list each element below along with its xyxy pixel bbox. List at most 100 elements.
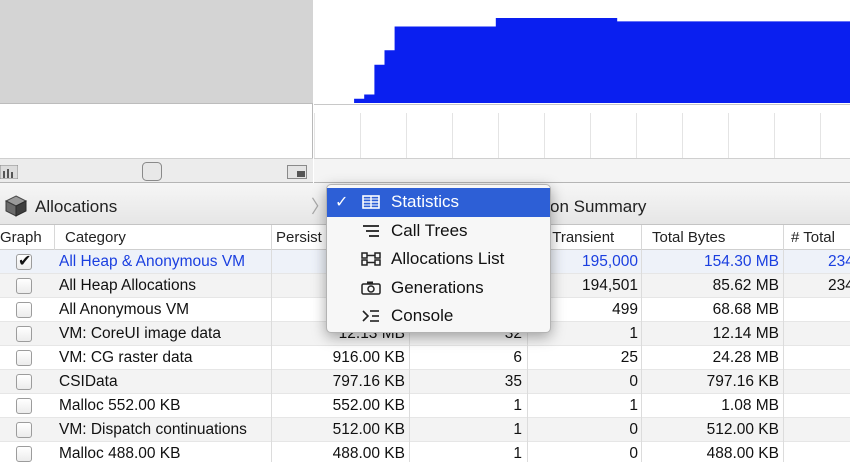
- zoom-slider-knob[interactable]: [142, 162, 162, 181]
- timeline-tick: [452, 113, 453, 159]
- persistent-bytes-cell: 512.00 KB: [332, 421, 405, 438]
- column-divider[interactable]: [54, 225, 55, 250]
- statistics-icon: [362, 195, 380, 209]
- menu-item-statistics[interactable]: ✓ Statistics: [327, 188, 550, 217]
- persistent-bytes-cell: 552.00 KB: [332, 397, 405, 414]
- detail-view-popup-menu: ✓ Statistics Call Trees Allocations List Gen…: [326, 184, 551, 333]
- total-bytes-cell: 12.14 MB: [712, 325, 779, 342]
- column-header-total[interactable]: # Total: [791, 229, 835, 246]
- category-cell: Malloc 488.00 KB: [59, 445, 181, 462]
- total-bytes-cell: 512.00 KB: [706, 421, 779, 438]
- persistent-bytes-cell: 488.00 KB: [332, 445, 405, 462]
- category-cell: VM: CoreUI image data: [59, 325, 221, 342]
- column-grid-line: [783, 250, 784, 462]
- column-grid-line: [271, 250, 272, 462]
- timeline-tick: [314, 113, 315, 159]
- category-cell: All Heap Allocations: [59, 277, 196, 294]
- track-area: [0, 0, 850, 183]
- menu-item-label: Console: [391, 306, 454, 325]
- graph-checkbox[interactable]: [16, 302, 32, 318]
- persistent-bytes-cell: 916.00 KB: [332, 349, 405, 366]
- transient-count-cell: 499: [612, 301, 638, 318]
- timeline-tick: [498, 113, 499, 159]
- console-icon: [362, 310, 379, 322]
- transient-count-cell: 0: [629, 421, 638, 438]
- timeline-tick: [406, 113, 407, 159]
- graph-footer-strip: [314, 158, 850, 183]
- category-cell: All Heap & Anonymous VM: [59, 253, 246, 270]
- column-header-graph[interactable]: Graph: [0, 229, 42, 246]
- column-grid-line: [641, 250, 642, 462]
- graph-checkbox[interactable]: [16, 398, 32, 414]
- table-row[interactable]: VM: CG raster data 916.00 KB 6 25 24.28 MB: [0, 346, 850, 370]
- track-footer-strip: [0, 158, 313, 183]
- category-cell: VM: CG raster data: [59, 349, 193, 366]
- total-bytes-cell: 68.68 MB: [712, 301, 779, 318]
- timeline-tick: [682, 113, 683, 159]
- persistent-count-cell: 1: [513, 445, 522, 462]
- allocation-graph-area: [344, 18, 850, 103]
- menu-item-console[interactable]: Console: [327, 302, 550, 331]
- allocation-graph[interactable]: [314, 0, 850, 104]
- column-header-transient[interactable]: # Transient: [540, 229, 614, 246]
- transient-count-cell: 194,501: [581, 277, 638, 294]
- transient-count-cell: 1: [629, 325, 638, 342]
- table-row[interactable]: Malloc 552.00 KB 552.00 KB 1 1 1.08 MB: [0, 394, 850, 418]
- column-header-total-bytes[interactable]: Total Bytes: [652, 229, 725, 246]
- total-bytes-cell: 797.16 KB: [706, 373, 779, 390]
- total-bytes-cell: 85.62 MB: [712, 277, 779, 294]
- transient-count-cell: 25: [620, 349, 638, 366]
- table-row[interactable]: VM: Dispatch continuations 512.00 KB 1 0 512…: [0, 418, 850, 442]
- table-row[interactable]: Malloc 488.00 KB 488.00 KB 1 0 488.00 KB: [0, 442, 850, 462]
- detail-view-title[interactable]: on Summary: [550, 197, 646, 217]
- category-cell: Malloc 552.00 KB: [59, 397, 181, 414]
- persistent-count-cell: 35: [504, 373, 522, 390]
- menu-item-label: Allocations List: [391, 249, 505, 268]
- graph-checkbox[interactable]: [16, 326, 32, 342]
- track-graph-pane[interactable]: [314, 0, 850, 183]
- column-header-persistent[interactable]: Persist: [276, 229, 322, 246]
- transient-count-cell: 0: [629, 445, 638, 462]
- transient-count-cell: 0: [629, 373, 638, 390]
- menu-item-allocations-list[interactable]: Allocations List: [327, 245, 550, 274]
- checkmark-icon: ✓: [335, 192, 349, 211]
- menu-item-label: Generations: [391, 277, 484, 297]
- graph-checkbox[interactable]: [16, 374, 32, 390]
- persistent-count-cell: 1: [513, 421, 522, 438]
- total-bytes-cell: 488.00 KB: [706, 445, 779, 462]
- graph-checkbox[interactable]: [16, 278, 32, 294]
- transient-count-cell: 1: [629, 397, 638, 414]
- graph-checkbox[interactable]: [16, 422, 32, 438]
- instrument-name[interactable]: Allocations: [35, 197, 117, 217]
- category-cell: VM: Dispatch continuations: [59, 421, 247, 438]
- timeline-tick: [636, 113, 637, 159]
- timeline-tick: [360, 113, 361, 159]
- menu-item-call-trees[interactable]: Call Trees: [327, 217, 550, 246]
- column-header-category[interactable]: Category: [65, 229, 126, 246]
- timeline-tick: [728, 113, 729, 159]
- column-divider[interactable]: [641, 225, 642, 250]
- persistent-count-cell: 1: [513, 397, 522, 414]
- menu-item-generations[interactable]: Generations: [327, 274, 550, 303]
- total-count-cell: 234: [828, 253, 850, 270]
- bar-graph-icon[interactable]: [0, 165, 18, 179]
- table-row[interactable]: CSIData 797.16 KB 35 0 797.16 KB: [0, 370, 850, 394]
- graph-checkbox[interactable]: [16, 350, 32, 366]
- column-divider[interactable]: [271, 225, 272, 250]
- graph-checkbox[interactable]: [16, 251, 32, 270]
- track-display-icon[interactable]: [287, 165, 307, 179]
- total-count-cell: 234: [828, 277, 850, 294]
- graph-checkbox[interactable]: [16, 446, 32, 462]
- track-header-area: [0, 0, 313, 104]
- category-cell: All Anonymous VM: [59, 301, 190, 318]
- allocations-list-icon: [361, 252, 381, 266]
- timeline-tick: [774, 113, 775, 159]
- timeline-tick: [544, 113, 545, 159]
- persistent-bytes-cell: 797.16 KB: [332, 373, 405, 390]
- call-trees-icon: [363, 224, 379, 237]
- total-bytes-cell: 1.08 MB: [721, 397, 779, 414]
- total-bytes-cell: 154.30 MB: [704, 253, 779, 270]
- track-label-pane: [0, 0, 313, 183]
- column-divider[interactable]: [783, 225, 784, 250]
- generations-camera-icon: [361, 281, 381, 295]
